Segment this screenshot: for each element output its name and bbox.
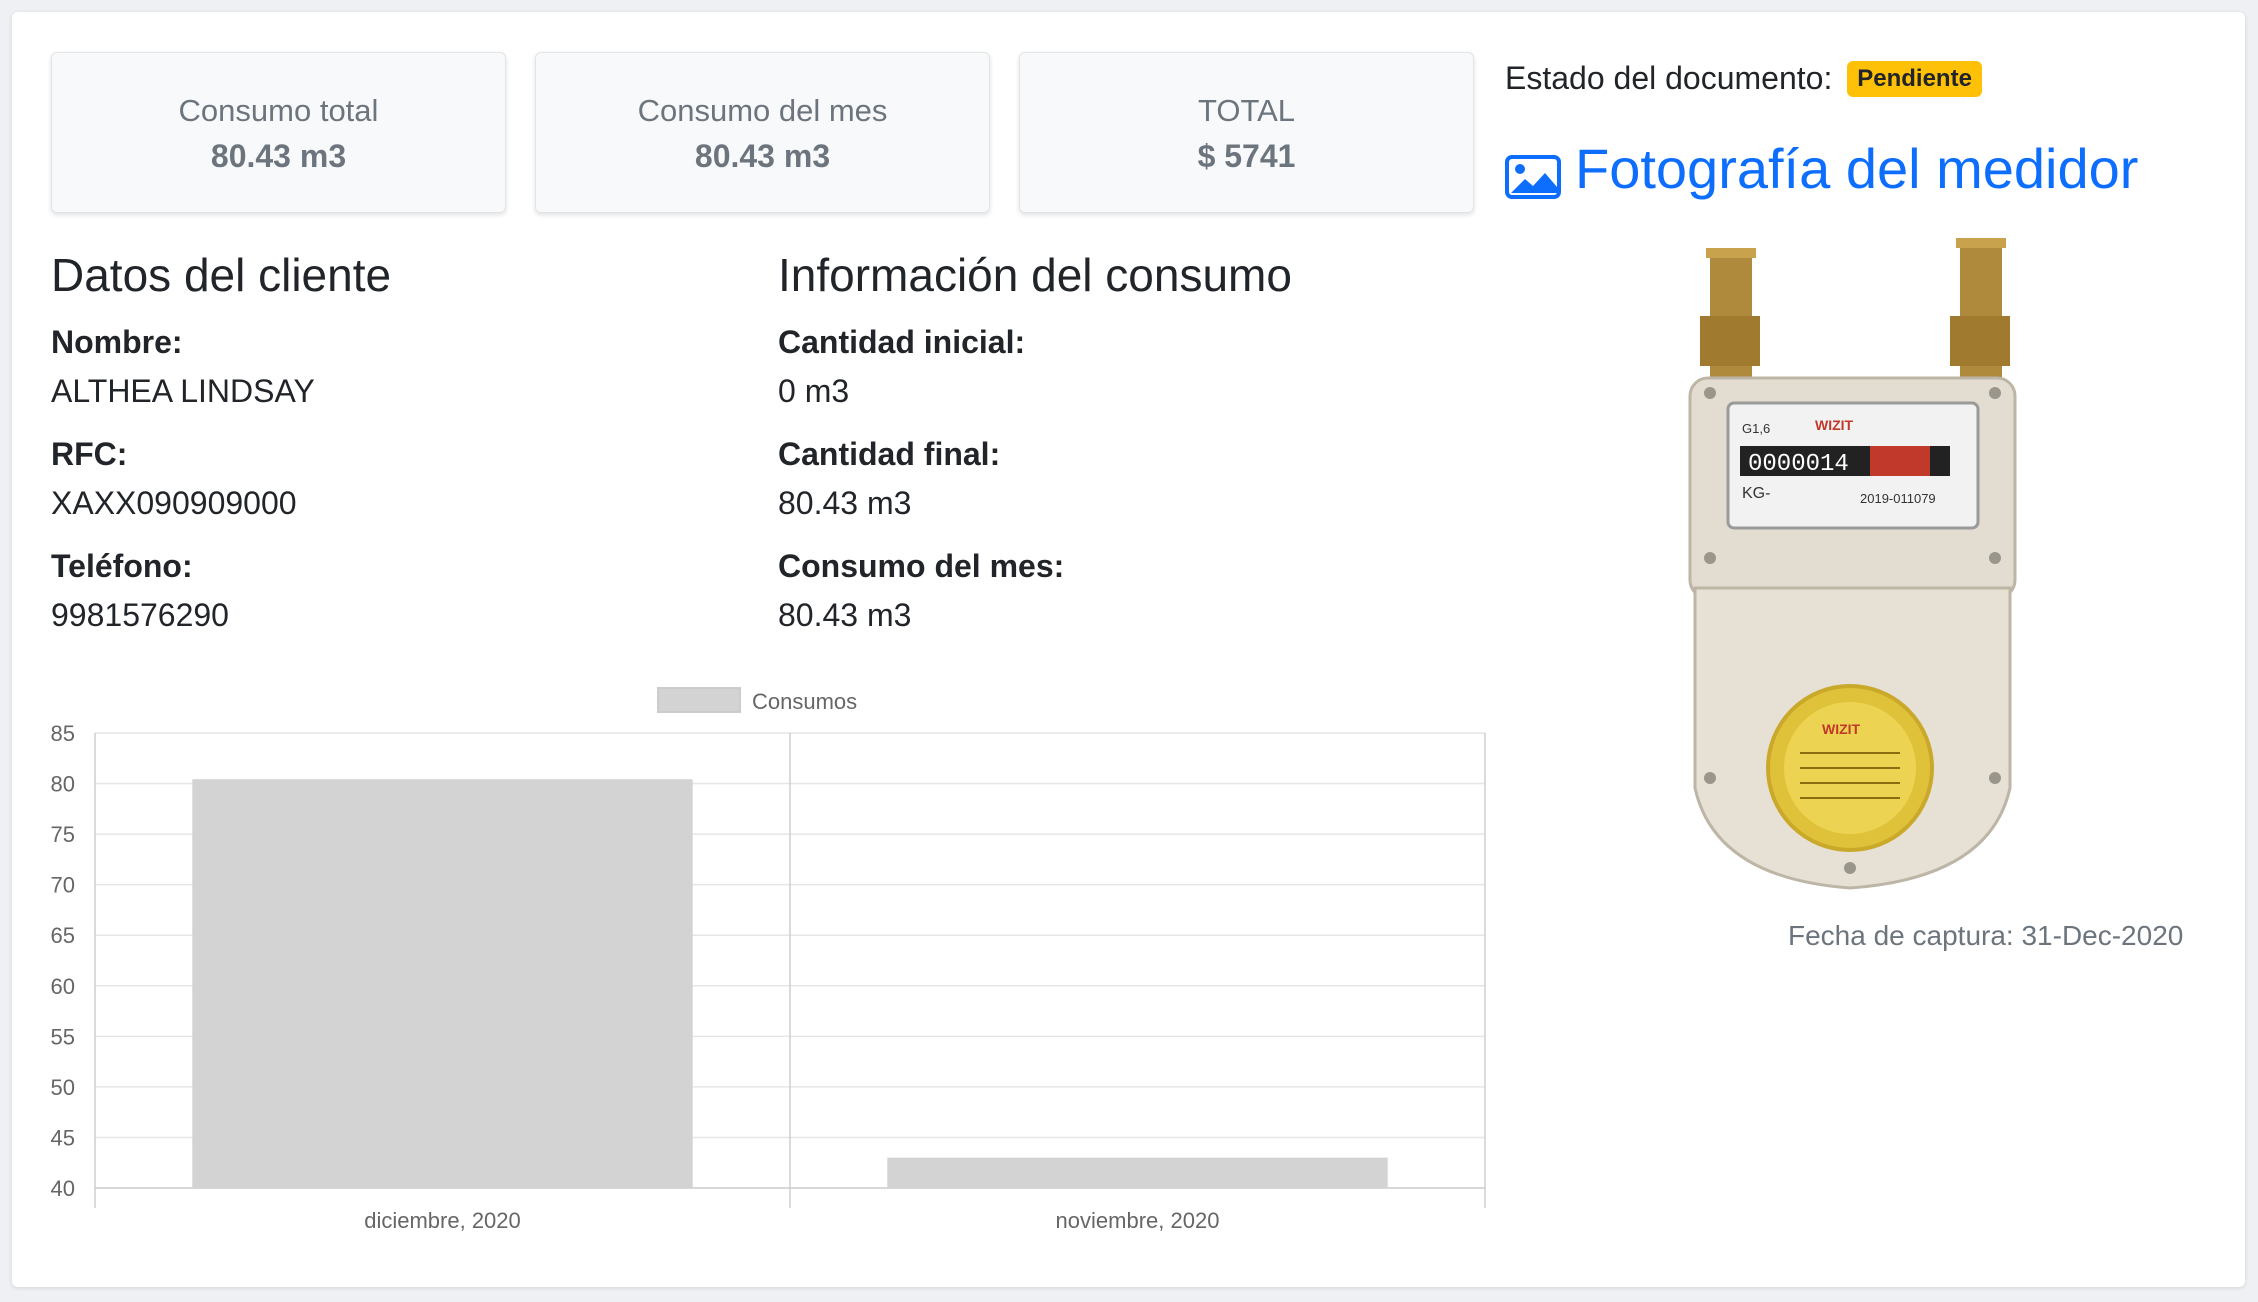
image-icon: [1505, 147, 1561, 199]
capture-date: Fecha de captura: 31-Dec-2020: [1788, 920, 2184, 951]
consumption-bar-chart: Consumos 85 80 75 70 65 60 55 50 45 40 diciembre,…: [51, 687, 1486, 1233]
svg-text:0000014: 0000014: [1748, 451, 1849, 478]
document-status: Estado del documento: Pendiente: [1505, 60, 1982, 97]
document-status-label: Estado del documento:: [1505, 60, 1833, 96]
y-tick-label: 45: [51, 1125, 75, 1150]
initial-amount-value: 0 m3: [778, 373, 850, 409]
stat-label: Consumo del mes: [637, 93, 888, 128]
stat-value: 80.43 m3: [210, 138, 347, 174]
meter-photo-link-label: Fotografía del medidor: [1575, 137, 2139, 200]
final-amount-value: 80.43 m3: [778, 485, 912, 521]
x-tick-label: diciembre, 2020: [364, 1208, 521, 1233]
name-value: ALTHEA LINDSAY: [51, 373, 315, 409]
y-tick-label: 40: [51, 1176, 75, 1201]
meter-photo-link[interactable]: Fotografía del medidor: [1505, 136, 2138, 201]
month-consumption-label: Consumo del mes:: [778, 548, 1065, 584]
client-section-title: Datos del cliente: [51, 249, 392, 301]
legend-label: Consumos: [752, 689, 857, 714]
y-tick-label: 85: [51, 721, 75, 746]
stat-value: $ 5741: [1197, 138, 1296, 174]
chart-bar[interactable]: [887, 1157, 1388, 1188]
stat-card-total-consumption: Consumo total 80.43 m3: [51, 52, 506, 213]
initial-amount-label: Cantidad inicial:: [778, 324, 1026, 360]
chart-bar[interactable]: [192, 779, 693, 1188]
y-tick-label: 60: [51, 974, 75, 999]
svg-text:2019-011079: 2019-011079: [1860, 491, 1936, 506]
rfc-value: XAXX090909000: [51, 485, 297, 521]
stat-value: 80.43 m3: [694, 138, 831, 174]
consumption-section-title: Información del consumo: [778, 249, 1292, 301]
stat-label: TOTAL: [1197, 93, 1296, 128]
svg-text:WIZIT: WIZIT: [1815, 417, 1854, 433]
svg-text:KG-: KG-: [1742, 485, 1770, 502]
y-tick-label: 70: [51, 873, 75, 898]
stat-card-total-amount: TOTAL $ 5741: [1019, 52, 1474, 213]
month-consumption-value: 80.43 m3: [778, 597, 912, 633]
stat-card-month-consumption: Consumo del mes 80.43 m3: [535, 52, 990, 213]
phone-value: 9981576290: [51, 597, 229, 633]
y-tick-label: 75: [51, 822, 75, 847]
legend-swatch: [657, 687, 741, 713]
final-amount-label: Cantidad final:: [778, 436, 1001, 472]
x-tick-label: noviembre, 2020: [1056, 1208, 1220, 1233]
y-tick-label: 55: [51, 1024, 75, 1049]
y-tick-label: 50: [51, 1075, 75, 1100]
y-tick-label: 80: [51, 772, 75, 797]
gas-meter-photo: 0000014 G1,6 WIZIT KG- 2019-011079 WIZIT: [1688, 238, 2017, 890]
svg-text:G1,6: G1,6: [1742, 421, 1770, 436]
chart-x-labels: diciembre, 2020 noviembre, 2020: [364, 1208, 1219, 1233]
chart-legend[interactable]: Consumos: [657, 687, 857, 714]
phone-label: Teléfono:: [51, 548, 193, 584]
name-label: Nombre:: [51, 324, 183, 360]
status-badge: Pendiente: [1847, 61, 1982, 97]
y-tick-label: 65: [51, 923, 75, 948]
svg-text:WIZIT: WIZIT: [1822, 721, 1861, 737]
stat-label: Consumo total: [178, 93, 379, 128]
rfc-label: RFC:: [51, 436, 128, 472]
